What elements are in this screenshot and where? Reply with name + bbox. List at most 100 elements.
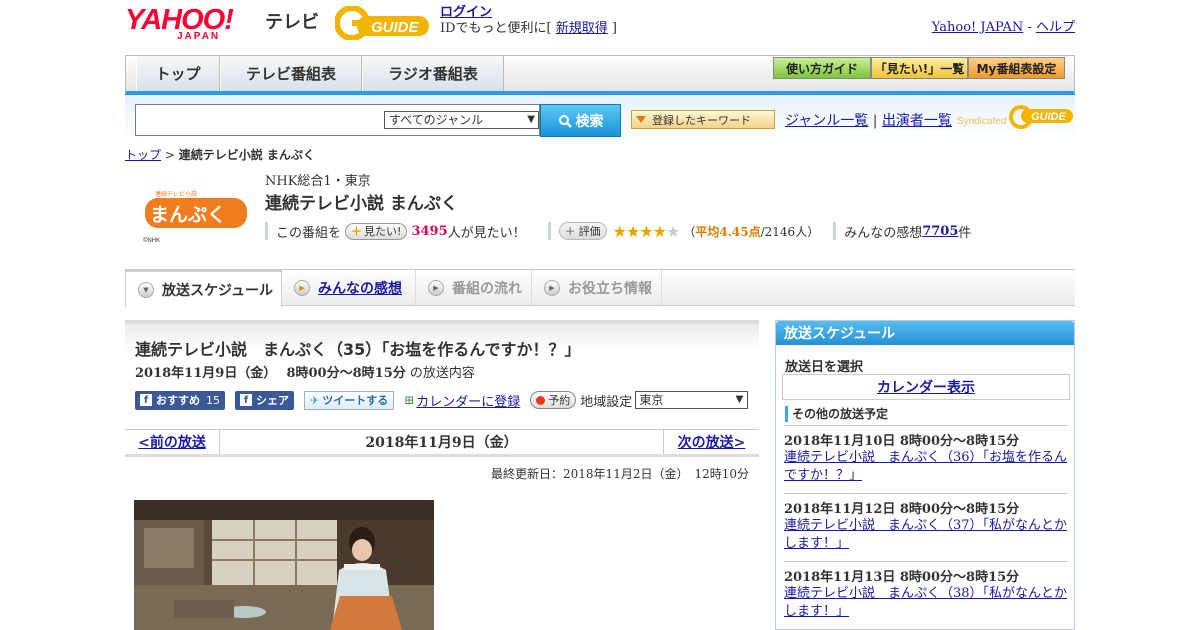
usage-guide-button[interactable]: 使い方ガイド xyxy=(773,57,871,79)
program-logo-credit: ©NHK xyxy=(143,237,160,244)
program-logo-text: まんぷく xyxy=(150,204,226,226)
manpuku-logo-icon: 連続テレビ小説 まんぷく ©NHK xyxy=(143,190,247,244)
yahoo-logo-sub: JAPAN xyxy=(177,31,221,42)
star-filled-icon: ★ xyxy=(625,221,640,241)
other-schedule-heading: その他の放送予定 xyxy=(785,405,888,422)
triangle-down-icon xyxy=(636,116,646,123)
main-nav: トップ テレビ番組表 ラジオ番組表 使い方ガイド 「見たい!」一覧 My番組表設… xyxy=(125,55,1075,95)
schedule-title-link[interactable]: 連続テレビ小説 まんぷく（37）「私がなんとかします！」 xyxy=(784,517,1068,553)
chevron-down-icon: ▼ xyxy=(527,114,535,125)
search-links: ジャンル一覧 | 出演者一覧 xyxy=(785,110,952,130)
breadcrumb-current: 連続テレビ小説 まんぷく xyxy=(178,148,315,162)
gguide-logo-text: GUIDE xyxy=(371,19,420,36)
registered-keywords-label: 登録したキーワード xyxy=(652,113,751,127)
chevron-down-icon: ▼ xyxy=(138,281,154,298)
syndicated-logo-icon: Syndicated GUIDE xyxy=(957,105,1073,129)
plus-icon: ＋ xyxy=(564,225,576,238)
schedule-item: 2018年11月13日 8時00分～8時15分 連続テレビ小説 まんぷく（38）… xyxy=(784,561,1068,621)
registered-keywords-button[interactable]: 登録したキーワード xyxy=(631,110,775,129)
episode-photo xyxy=(134,500,434,630)
program-subtabs: ▼ 放送スケジュール ▶ みんなの感想 ▶ 番組の流れ ▶ お役立ち情報 xyxy=(125,269,1075,307)
tweet-label: ツイートする xyxy=(322,394,389,407)
region-label: 地域設定 xyxy=(580,394,633,410)
next-broadcast: 次の放送> xyxy=(663,430,759,454)
performer-list-link[interactable]: 出演者一覧 xyxy=(882,113,952,129)
genre-select[interactable]: すべてのジャンル ▼ xyxy=(384,111,539,129)
tab-label: 放送スケジュール xyxy=(162,282,274,299)
facebook-icon: f xyxy=(140,394,152,406)
login-box: ログイン IDでもっと便利に[ 新規取得 ] xyxy=(440,5,617,37)
calendar-view-link: カレンダー表示 xyxy=(877,380,975,396)
nav-tab-tv-schedule[interactable]: テレビ番組表 xyxy=(220,56,362,91)
next-broadcast-link[interactable]: 次の放送> xyxy=(678,432,746,452)
fb-share-label: シェア xyxy=(256,394,289,407)
want-to-watch-button[interactable]: ＋見たい! xyxy=(345,222,408,240)
syndicated-gguide-logo: Syndicated GUIDE xyxy=(957,103,1075,133)
star-filled-icon: ★ xyxy=(612,221,627,241)
gguide-logo[interactable]: GUIDE xyxy=(334,5,431,41)
heading-bar xyxy=(785,405,788,422)
sidebar-title: 放送スケジュール xyxy=(776,321,1074,345)
impressions-suffix: 件 xyxy=(958,225,972,241)
top-right-links: Yahoo! JAPAN - ヘルプ xyxy=(932,16,1075,35)
schedule-item: 2018年11月10日 8時00分～8時15分 連続テレビ小説 まんぷく（36）… xyxy=(784,425,1068,485)
chevron-right-icon: ▶ xyxy=(294,279,310,296)
schedule-title-link[interactable]: 連続テレビ小説 まんぷく（38）「私がなんとかします！」 xyxy=(784,585,1068,621)
syndicated-text: Syndicated xyxy=(957,116,1006,127)
schedule-title-link[interactable]: 連続テレビ小説 まんぷく（36）「お塩を作るんですか！？」 xyxy=(784,449,1068,485)
program-meta: この番組を ＋見たい! 3495 人が見たい！ ＋評価 ★★★★★ （平均4.45… xyxy=(265,221,971,241)
episode-scene-image xyxy=(134,500,434,630)
watchlist-button[interactable]: 「見たい!」一覧 xyxy=(871,57,968,79)
program-station: NHK総合1・東京 xyxy=(265,174,371,189)
my-schedule-settings-button[interactable]: My番組表設定 xyxy=(968,57,1065,79)
tab-label: お役立ち情報 xyxy=(568,280,652,297)
breadcrumb-top-link[interactable]: トップ xyxy=(125,148,161,162)
region-select[interactable]: 東京 ▼ xyxy=(635,391,749,409)
rating-average: 平均4.45点 xyxy=(695,224,761,239)
rate-button[interactable]: ＋評価 xyxy=(558,222,607,240)
register-link[interactable]: 新規取得 xyxy=(556,21,608,36)
chevron-right-icon: ▶ xyxy=(428,279,444,296)
calendar-view-button[interactable]: カレンダー表示 xyxy=(782,374,1070,400)
chevron-right-icon: ▶ xyxy=(544,279,560,296)
search-button[interactable]: 検索 xyxy=(540,104,621,137)
star-empty-icon: ★ xyxy=(666,221,680,241)
schedule-datetime: 2018年11月10日 8時00分～8時15分 xyxy=(784,434,1020,449)
tab-useful-info[interactable]: ▶ お役立ち情報 xyxy=(532,270,662,305)
tab-broadcast-schedule[interactable]: ▼ 放送スケジュール xyxy=(125,270,282,307)
yahoo-japan-link[interactable]: Yahoo! JAPAN xyxy=(932,20,1024,35)
last-updated: 最終更新日：2018年11月2日（金） 12時10分 xyxy=(491,467,749,481)
prev-broadcast-link[interactable]: <前の放送 xyxy=(138,432,206,452)
facebook-recommend-button[interactable]: f おすすめ 15 xyxy=(135,390,225,410)
facebook-share-button[interactable]: f シェア xyxy=(235,390,294,410)
genre-list-link[interactable]: ジャンル一覧 xyxy=(785,113,868,129)
calendar-register[interactable]: ⊞ カレンダーに登録 xyxy=(404,391,520,410)
syndicated-brand-text: GUIDE xyxy=(1031,111,1067,123)
schedule-datetime: 2018年11月13日 8時00分～8時15分 xyxy=(784,570,1020,585)
login-link[interactable]: ログイン xyxy=(440,5,492,20)
fb-recommend-label: おすすめ xyxy=(156,394,200,407)
yahoo-japan-logo[interactable]: YAHOO! JAPAN xyxy=(125,6,261,43)
page: YAHOO! JAPAN テレビ GUIDE ログイン IDでもっと便利に[ 新… xyxy=(125,0,1075,630)
other-schedule-label: その他の放送予定 xyxy=(792,407,889,421)
reserve-label: 予約 xyxy=(548,394,571,407)
star-filled-icon: ★ xyxy=(652,221,667,241)
impressions-count-link[interactable]: 7705 xyxy=(922,224,958,239)
select-date-label: 放送日を選択 xyxy=(785,360,864,375)
search-button-label: 検索 xyxy=(575,113,604,130)
search-bar: すべてのジャンル ▼ 検索 登録したキーワード ジャンル一覧 | 出演者一覧 S… xyxy=(125,95,1075,140)
program-logo: 連続テレビ小説 まんぷく ©NHK xyxy=(141,180,251,246)
want-count: 3495 xyxy=(411,223,448,239)
nav-tab-radio-schedule[interactable]: ラジオ番組表 xyxy=(362,56,504,91)
episode-date-suffix: の放送内容 xyxy=(409,366,475,381)
search-link-divider: | xyxy=(868,113,882,129)
tab-label: 番組の流れ xyxy=(452,280,522,297)
region-select-value: 東京 xyxy=(639,393,664,407)
nav-tab-top[interactable]: トップ xyxy=(136,56,220,91)
tweet-button[interactable]: ✈ ツイートする xyxy=(304,390,395,410)
help-link[interactable]: ヘルプ xyxy=(1036,20,1075,35)
tab-program-flow[interactable]: ▶ 番組の流れ xyxy=(415,270,532,305)
current-broadcast-date: 2018年11月9日（金） xyxy=(365,435,518,451)
want-button-label: 見たい! xyxy=(364,225,402,238)
reserve-button[interactable]: 予約 xyxy=(530,391,577,409)
